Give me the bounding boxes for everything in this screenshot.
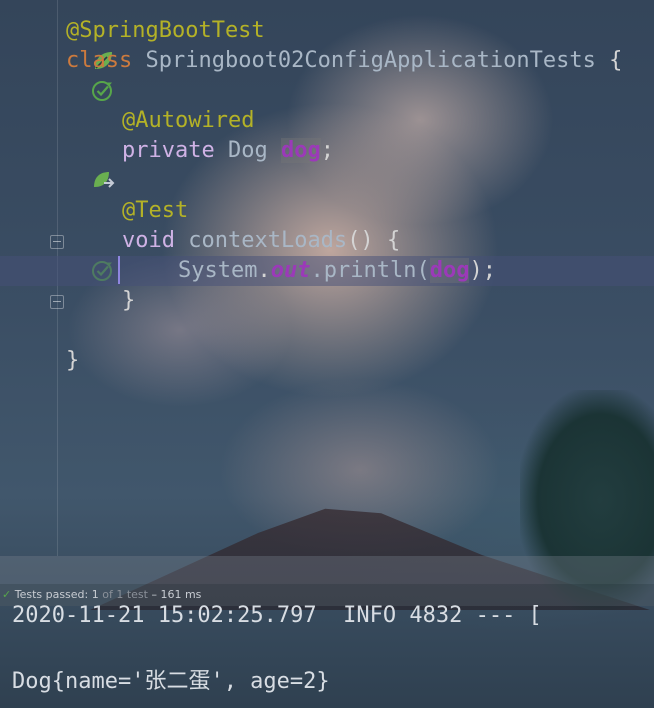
code-line: } <box>0 346 654 376</box>
text-caret <box>118 256 120 284</box>
semicolon: ; <box>320 138 334 163</box>
status-duration: – 161 ms <box>151 588 202 601</box>
open-brace: { <box>609 48 623 73</box>
console-log-line: 2020-11-21 15:02:25.797 INFO 4832 --- [ <box>12 603 542 628</box>
println-call: .println( <box>310 258 430 283</box>
console-output-line: Dog{name='张二蛋', age=2} <box>12 669 330 694</box>
dot: . <box>257 258 271 283</box>
code-line: class Springboot02ConfigApplicationTests… <box>0 46 654 101</box>
test-passed-icon[interactable] <box>12 49 113 101</box>
bean-navigate-icon[interactable] <box>12 139 115 188</box>
console-output[interactable]: 2020-11-21 15:02:25.797 INFO 4832 --- [ … <box>0 603 654 708</box>
code-line: @Autowired <box>0 106 654 136</box>
code-line: @Test <box>0 196 654 226</box>
method-name: contextLoads <box>188 228 348 253</box>
code-line: } <box>0 286 654 316</box>
close-brace-class: } <box>66 348 80 373</box>
statement-end: ); <box>469 258 496 283</box>
keyword-private: private <box>122 138 215 163</box>
system-class: System <box>178 258 258 283</box>
fold-toggle-icon[interactable] <box>50 295 64 309</box>
keyword-class: class <box>66 48 133 73</box>
code-editor[interactable]: @SpringBootTest class Springboot02Config… <box>0 0 654 556</box>
code-line: void contextLoads() { <box>0 226 654 281</box>
open-brace: { <box>386 228 401 253</box>
method-params: () <box>347 228 374 253</box>
code-line: @SpringBootTest <box>0 16 654 69</box>
keyword-void: void <box>122 228 175 253</box>
panel-divider[interactable] <box>0 556 654 584</box>
arg-dog[interactable]: dog <box>429 258 470 283</box>
run-panel: ✓ Tests passed: 1 of 1 test – 161 ms 202… <box>0 556 654 708</box>
status-check-icon: ✓ <box>2 588 12 601</box>
test-passed-icon[interactable] <box>12 229 113 281</box>
code-line-current: System.out.println(dog); <box>0 256 654 286</box>
type-dog: Dog <box>227 138 268 163</box>
annotation-autowired: @Autowired <box>122 108 255 133</box>
status-total: of 1 test <box>102 588 148 601</box>
code-line: private Dog dog; <box>0 136 654 188</box>
annotation-test: @Test <box>122 198 189 223</box>
spring-leaf-icon[interactable] <box>12 19 113 69</box>
annotation-springboottest: @SpringBootTest <box>66 18 265 43</box>
class-name: Springboot02ConfigApplicationTests <box>145 48 596 73</box>
field-dog[interactable]: dog <box>280 138 321 163</box>
status-label: Tests passed: <box>14 588 89 601</box>
static-field-out: out <box>270 258 311 283</box>
fold-toggle-icon[interactable] <box>50 235 64 249</box>
close-brace: } <box>122 288 136 313</box>
status-passed-count: 1 <box>91 588 99 601</box>
